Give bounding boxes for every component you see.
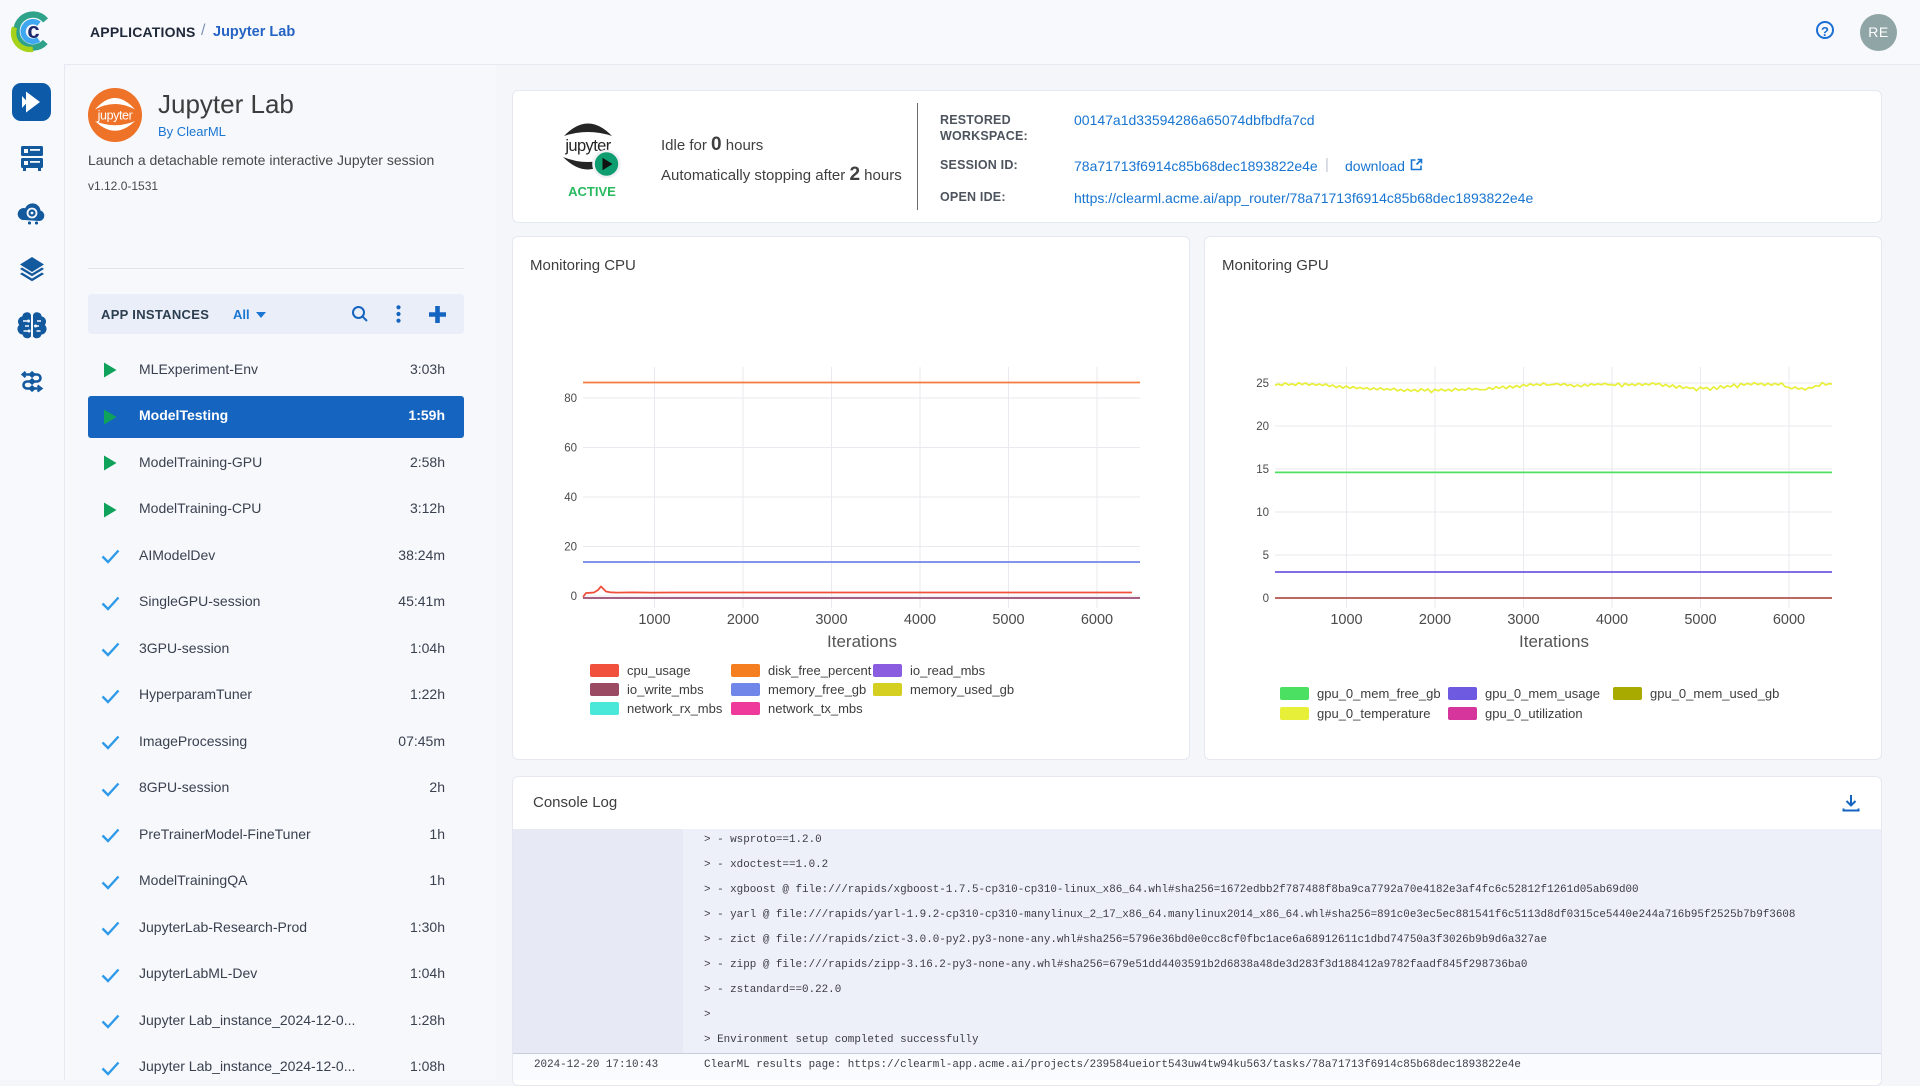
svg-text:5: 5 xyxy=(1263,550,1269,562)
svg-text:2000: 2000 xyxy=(1419,612,1451,628)
svg-text:gpu_0_temperature: gpu_0_temperature xyxy=(1317,706,1430,721)
svg-text:60: 60 xyxy=(564,443,577,455)
svg-text:cpu_usage: cpu_usage xyxy=(627,663,691,678)
svg-text:c: c xyxy=(27,18,39,43)
svg-text:gpu_0_mem_usage: gpu_0_mem_usage xyxy=(1485,686,1600,701)
svg-text:25: 25 xyxy=(1256,378,1269,390)
svg-text:io_write_mbs: io_write_mbs xyxy=(627,682,704,697)
svg-text:4000: 4000 xyxy=(904,612,936,628)
svg-text:4000: 4000 xyxy=(1596,612,1628,628)
svg-text:15: 15 xyxy=(1256,464,1269,476)
svg-text:2000: 2000 xyxy=(727,612,759,628)
svg-text:network_rx_mbs: network_rx_mbs xyxy=(627,701,723,716)
svg-text:20: 20 xyxy=(1256,421,1269,433)
svg-text:gpu_0_utilization: gpu_0_utilization xyxy=(1485,706,1583,721)
svg-text:3000: 3000 xyxy=(815,612,847,628)
svg-text:network_tx_mbs: network_tx_mbs xyxy=(768,701,863,716)
svg-text:80: 80 xyxy=(564,393,577,405)
svg-text:40: 40 xyxy=(564,492,577,504)
svg-text:Iterations: Iterations xyxy=(827,632,897,651)
svg-text:0: 0 xyxy=(571,591,577,603)
svg-text:5000: 5000 xyxy=(1684,612,1716,628)
svg-text:6000: 6000 xyxy=(1773,612,1805,628)
svg-text:gpu_0_mem_used_gb: gpu_0_mem_used_gb xyxy=(1650,686,1779,701)
svg-text:memory_used_gb: memory_used_gb xyxy=(910,682,1014,697)
svg-text:disk_free_percent: disk_free_percent xyxy=(768,663,872,678)
svg-text:jupyter: jupyter xyxy=(97,109,133,123)
svg-text:Monitoring CPU: Monitoring CPU xyxy=(530,257,636,274)
svg-text:6000: 6000 xyxy=(1081,612,1113,628)
svg-text:gpu_0_mem_free_gb: gpu_0_mem_free_gb xyxy=(1317,686,1441,701)
svg-text:10: 10 xyxy=(1256,507,1269,519)
svg-text:io_read_mbs: io_read_mbs xyxy=(910,663,986,678)
svg-text:0: 0 xyxy=(1263,593,1269,605)
svg-text:Iterations: Iterations xyxy=(1519,632,1589,651)
svg-text:3000: 3000 xyxy=(1507,612,1539,628)
svg-text:1000: 1000 xyxy=(1330,612,1362,628)
svg-text:20: 20 xyxy=(564,542,577,554)
svg-text:memory_free_gb: memory_free_gb xyxy=(768,682,866,697)
svg-text:Monitoring GPU: Monitoring GPU xyxy=(1222,257,1329,274)
svg-text:5000: 5000 xyxy=(992,612,1024,628)
svg-text:1000: 1000 xyxy=(638,612,670,628)
